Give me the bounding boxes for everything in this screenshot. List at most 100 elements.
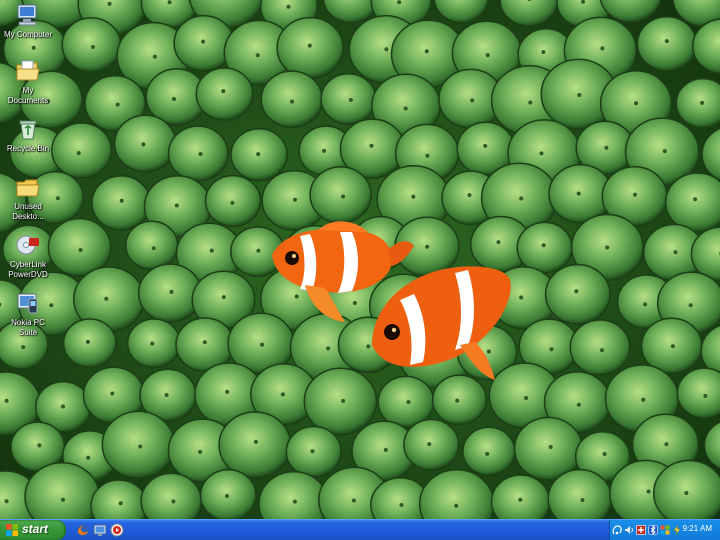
anemone-tip xyxy=(518,497,523,502)
anemone-tip xyxy=(174,203,179,208)
anemone-tip xyxy=(643,302,648,307)
volume-icon[interactable] xyxy=(624,525,634,535)
anemone-bubble xyxy=(431,374,488,426)
recycle-bin-icon xyxy=(19,120,37,140)
documents-folder-icon xyxy=(16,60,40,81)
anemone-tip xyxy=(4,499,9,504)
system-tray: 9:21 AM xyxy=(609,520,720,540)
anemone-tip xyxy=(201,39,206,44)
anemone-tip xyxy=(700,100,705,105)
anemone-tip xyxy=(454,503,459,508)
bluetooth-icon[interactable] xyxy=(648,525,658,535)
anemone-tip xyxy=(634,101,639,106)
anemone-tip xyxy=(172,97,176,101)
anemone-tip xyxy=(366,344,371,349)
anemone-tip xyxy=(548,445,553,449)
anemone-bubble xyxy=(403,418,460,471)
anemone-bubble xyxy=(462,426,516,477)
anemone-tip xyxy=(399,503,404,507)
anemone-tip xyxy=(424,49,429,54)
anemone-tip xyxy=(293,197,297,202)
anemone-tip xyxy=(115,102,120,107)
desktop[interactable]: My Computer My Documents Recycle Bin Unu… xyxy=(0,0,720,519)
anemone-bubble xyxy=(101,410,176,479)
anemone-tip xyxy=(684,491,689,495)
desktop-icon-nokia-pc-suite[interactable]: Nokia PC Suite xyxy=(2,290,54,338)
anemone-tip xyxy=(341,194,346,199)
anemone-tip xyxy=(670,344,675,349)
anemone-tip xyxy=(485,451,490,456)
desktop-icon-my-documents[interactable]: My Documents xyxy=(2,58,54,106)
anemone-tip xyxy=(470,98,475,103)
anemone-tip xyxy=(110,391,115,396)
anemone-tip xyxy=(255,53,260,58)
anemone-tip xyxy=(605,245,610,250)
anemone-tip xyxy=(664,39,669,44)
desktop-icon-label: Unused Deskto... xyxy=(12,202,44,221)
anemone-tip xyxy=(31,45,36,50)
anemone-tip xyxy=(169,289,174,294)
dvd-icon xyxy=(16,235,39,255)
anemone-tip xyxy=(576,402,581,407)
anemone-tip xyxy=(198,152,203,156)
folder-icon xyxy=(16,179,40,197)
anemone-tip xyxy=(119,198,124,203)
anemone-tip xyxy=(209,248,214,253)
anemone-tip xyxy=(348,97,353,102)
anemone-tip xyxy=(221,295,226,300)
anemone-tip xyxy=(256,152,261,157)
anemone-tip xyxy=(152,54,157,59)
anemone-bubble xyxy=(204,174,262,227)
power-icon[interactable] xyxy=(672,525,682,535)
anemone-tip xyxy=(403,106,408,111)
anemone-tip xyxy=(61,404,65,409)
anemone-tip xyxy=(107,1,112,6)
clock[interactable]: 9:21 AM xyxy=(683,524,712,533)
anemone-tip xyxy=(61,497,65,502)
anemone-bubble xyxy=(675,77,720,129)
desktop-icon-cyberlink-powerdvd[interactable]: CyberLink PowerDVD xyxy=(2,232,54,280)
anemone-tip xyxy=(85,339,90,344)
anemone-tip xyxy=(604,145,609,150)
anemone-bubble xyxy=(91,175,152,231)
desktop-icon-recycle-bin[interactable]: Recycle Bin xyxy=(2,116,54,154)
anemone-tip xyxy=(524,396,529,400)
anemone-tip xyxy=(230,200,235,205)
security-icon[interactable] xyxy=(660,525,670,535)
anemone-tip xyxy=(167,0,172,5)
anemone-tip xyxy=(574,289,579,294)
anemone-tip xyxy=(307,43,312,48)
anemone-tip xyxy=(118,501,123,506)
anemone-tip xyxy=(427,442,432,447)
anemone-tip xyxy=(485,53,490,58)
anemone-tip xyxy=(225,389,230,394)
anemone-tip xyxy=(225,494,229,498)
antivirus-icon[interactable] xyxy=(636,525,646,535)
desktop-icon-unused-desktop-shortcuts[interactable]: Unused Deskto... xyxy=(2,174,54,222)
anemone-tip xyxy=(253,439,258,444)
anemone-tip xyxy=(467,193,472,198)
anemone-tip xyxy=(486,349,491,354)
network-icon[interactable] xyxy=(612,525,622,535)
anemone-tip xyxy=(384,47,389,52)
anemone-tip xyxy=(528,100,533,105)
anemone-tip xyxy=(151,246,156,251)
anemone-bubble xyxy=(547,468,613,519)
anemone-tip xyxy=(256,248,261,253)
anemone-tip xyxy=(703,393,708,398)
start-button[interactable]: start xyxy=(0,520,66,540)
anemone-tip xyxy=(600,348,604,353)
anemone-bubble xyxy=(544,263,611,325)
nokia-pc-suite-icon xyxy=(17,293,38,314)
anemone-tip xyxy=(55,196,60,201)
anemone-tip xyxy=(141,142,146,147)
anemone-tip xyxy=(549,347,554,352)
media-player-icon[interactable] xyxy=(110,523,124,537)
firefox-icon[interactable] xyxy=(76,523,90,537)
taskbar: start 9:21 AM xyxy=(0,519,720,540)
anemone-tip xyxy=(286,4,291,9)
start-label: start xyxy=(22,522,49,536)
show-desktop-icon[interactable] xyxy=(93,523,107,537)
desktop-icon-my-computer[interactable]: My Computer xyxy=(2,2,54,40)
anemone-bubble xyxy=(62,318,117,368)
